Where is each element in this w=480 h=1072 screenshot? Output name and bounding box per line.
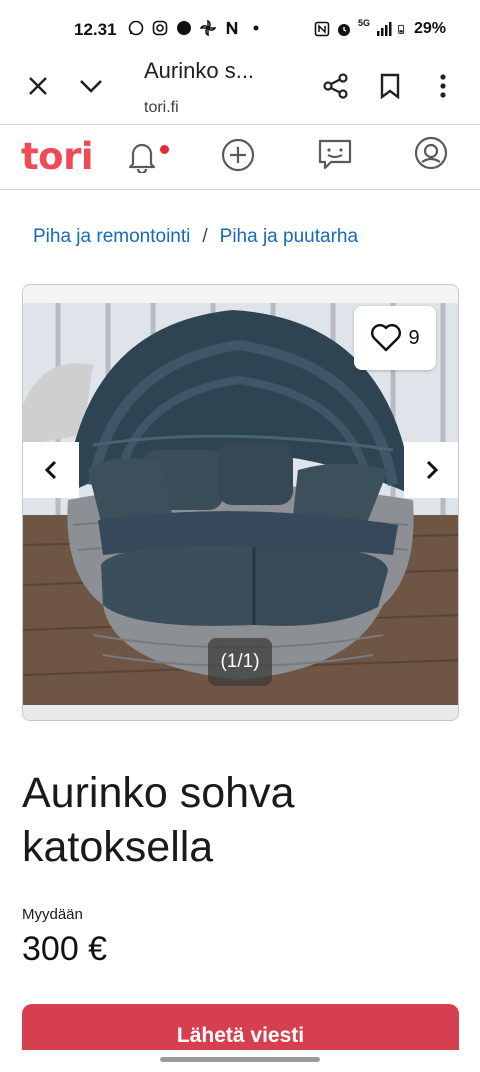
- chat-icon: [318, 139, 352, 170]
- listing-title: Aurinko sohva katoksella: [22, 769, 295, 871]
- page-url: tori.fi: [144, 99, 179, 116]
- status-right: 5G 29%: [314, 18, 446, 38]
- netflix-icon: [226, 21, 238, 35]
- previous-image-button[interactable]: [23, 442, 79, 498]
- listing-type: Myydään: [22, 906, 83, 923]
- header-divider: [0, 189, 480, 190]
- bookmark-button[interactable]: [375, 71, 405, 101]
- gesture-handle[interactable]: [160, 1057, 320, 1062]
- dot-icon: [253, 25, 259, 31]
- share-button[interactable]: [321, 71, 351, 101]
- collapse-button[interactable]: [76, 71, 106, 101]
- battery-icon: [398, 24, 405, 34]
- instagram-icon: [152, 20, 168, 36]
- chevron-down-icon: [80, 80, 102, 93]
- signal-icon: [376, 22, 392, 36]
- status-time: 12.31: [74, 20, 117, 39]
- status-bar: 12.31 5G 29%: [0, 0, 480, 60]
- battery-level: 29%: [413, 20, 446, 37]
- favorite-count: 9: [408, 326, 420, 349]
- page-title: Aurinko s...: [144, 58, 255, 83]
- more-vert-icon: [440, 74, 446, 98]
- browser-toolbar: Aurinko s... tori.fi: [0, 56, 480, 124]
- whatsapp-icon: [128, 20, 144, 36]
- notifications-button[interactable]: [122, 136, 162, 176]
- site-header: tori: [0, 125, 480, 189]
- breadcrumb-item-category[interactable]: Piha ja remontointi: [33, 226, 190, 248]
- nfc-icon: [314, 21, 330, 37]
- close-button[interactable]: [23, 71, 53, 101]
- breadcrumb-item-subcategory[interactable]: Piha ja puutarha: [220, 226, 358, 248]
- heart-icon: [371, 324, 402, 352]
- profile-button[interactable]: [411, 133, 451, 173]
- image-counter: (1/1): [208, 638, 272, 686]
- network-label: 5G: [357, 18, 370, 28]
- alarm-icon: [337, 24, 350, 36]
- close-icon: [29, 77, 47, 95]
- next-image-button[interactable]: [404, 442, 458, 498]
- bell-icon: [128, 143, 156, 173]
- more-button[interactable]: [428, 71, 458, 101]
- chevron-left-icon: [44, 460, 57, 480]
- listing-price: 300 €: [22, 930, 108, 968]
- notification-dot: [160, 145, 169, 154]
- app-icon: [177, 21, 191, 35]
- breadcrumb: Piha ja remontointi / Piha ja puutarha: [33, 226, 358, 248]
- profile-icon: [414, 136, 448, 170]
- pinwheel-icon: [200, 20, 216, 36]
- breadcrumb-separator: /: [202, 226, 208, 247]
- add-circle-icon: [221, 138, 255, 172]
- messages-button[interactable]: [315, 135, 355, 175]
- notification-icons: [128, 20, 264, 36]
- tori-logo[interactable]: tori: [21, 135, 94, 178]
- chevron-right-icon: [426, 460, 439, 480]
- bookmark-icon: [380, 73, 400, 99]
- favorite-button[interactable]: 9: [354, 306, 436, 370]
- new-listing-button[interactable]: [218, 135, 258, 175]
- share-icon: [323, 73, 348, 99]
